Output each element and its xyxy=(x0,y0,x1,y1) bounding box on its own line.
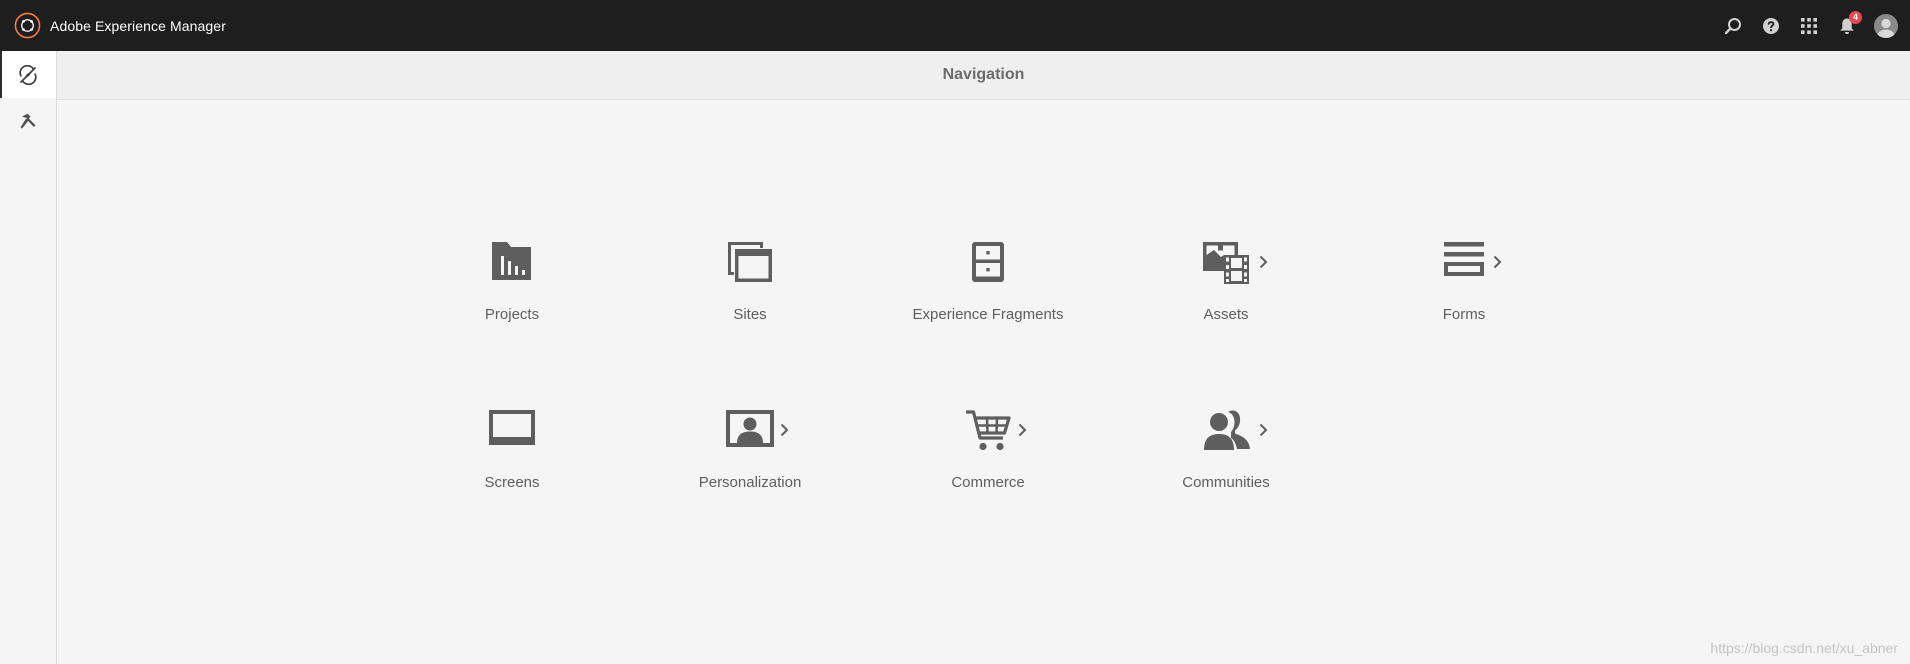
chevron-right-icon xyxy=(1018,423,1027,437)
nav-tile-experience-fragments[interactable]: Experience Fragments xyxy=(888,241,1088,361)
nav-tile-label: Commerce xyxy=(951,474,1025,491)
personalization-icon xyxy=(726,410,774,447)
user-profile-button[interactable] xyxy=(1866,0,1906,51)
notification-count-badge: 4 xyxy=(1849,11,1862,24)
chevron-right-icon xyxy=(1493,255,1502,269)
assets-media-icon xyxy=(1203,242,1249,284)
search-button[interactable] xyxy=(1714,0,1752,51)
nav-tile-communities[interactable]: Communities xyxy=(1126,409,1326,529)
nav-tile-label: Experience Fragments xyxy=(912,306,1064,323)
nav-tile-assets[interactable]: Assets xyxy=(1126,241,1326,361)
app-title: Adobe Experience Manager xyxy=(50,17,226,34)
nav-tile-commerce[interactable]: Commerce xyxy=(888,409,1088,529)
user-avatar-icon xyxy=(1874,13,1898,38)
left-rail xyxy=(0,51,57,664)
rail-item-tools[interactable] xyxy=(0,98,56,145)
communities-users-icon xyxy=(1204,410,1250,450)
projects-folder-icon xyxy=(492,242,531,280)
rail-item-navigation[interactable] xyxy=(0,51,56,98)
tools-hammer-icon xyxy=(20,113,36,129)
nav-tile-sites[interactable]: Sites xyxy=(650,241,850,361)
nav-tile-projects[interactable]: Projects xyxy=(412,241,612,361)
page-title: Navigation xyxy=(942,66,1025,83)
nav-tile-label: Sites xyxy=(733,306,767,323)
nav-tile-screens[interactable]: Screens xyxy=(412,409,612,529)
nav-tile-label: Projects xyxy=(484,306,540,323)
forms-icon xyxy=(1444,242,1484,276)
search-icon xyxy=(1724,17,1741,34)
brand-home-link[interactable]: Adobe Experience Manager xyxy=(14,12,226,39)
adobe-experience-manager-logo-icon xyxy=(14,12,41,39)
chevron-right-icon xyxy=(780,423,789,437)
nav-tile-label: Screens xyxy=(484,474,540,491)
nav-tile-personalization[interactable]: Personalization xyxy=(650,409,850,529)
shell-actions: 4 xyxy=(1714,0,1910,51)
nav-tile-label: Communities xyxy=(1182,474,1270,491)
help-icon xyxy=(1763,17,1779,34)
help-button[interactable] xyxy=(1752,0,1790,51)
nav-tile-label: Personalization xyxy=(698,474,802,491)
nav-tile-label: Assets xyxy=(1203,306,1249,323)
watermark-text: https://blog.csdn.net/xu_abner xyxy=(1710,640,1898,656)
chevron-right-icon xyxy=(1259,423,1268,437)
sites-windows-icon xyxy=(728,242,772,282)
commerce-cart-icon xyxy=(966,410,1011,451)
shell-header: Adobe Experience Manager 4 xyxy=(0,0,1910,51)
screens-monitor-icon xyxy=(489,410,535,445)
nav-tile-label: Forms xyxy=(1442,306,1486,323)
solutions-button[interactable] xyxy=(1790,0,1828,51)
page-title-bar: Navigation xyxy=(57,51,1910,100)
chevron-right-icon xyxy=(1259,255,1268,269)
experience-fragments-cabinet-icon xyxy=(972,242,1004,282)
notifications-button[interactable]: 4 xyxy=(1828,0,1866,51)
solutions-grid-icon xyxy=(1801,17,1817,34)
navigation-compass-icon xyxy=(19,64,37,85)
nav-tile-forms[interactable]: Forms xyxy=(1364,241,1564,361)
